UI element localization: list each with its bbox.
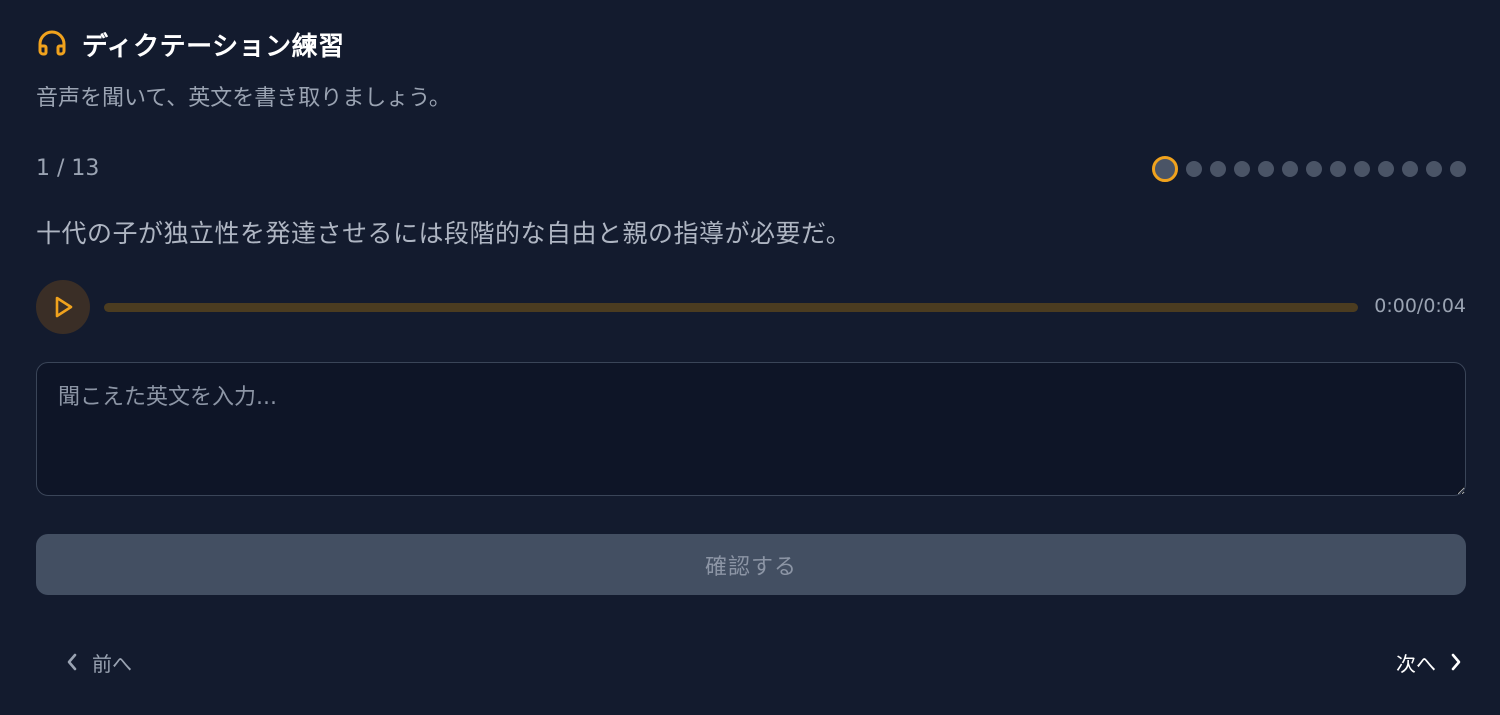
- next-label: 次へ: [1396, 651, 1436, 676]
- dictation-panel: ディクテーション練習 音声を聞いて、英文を書き取りましょう。 1 / 13 十代…: [36, 0, 1466, 715]
- prev-label: 前へ: [92, 651, 132, 676]
- progress-dot[interactable]: [1354, 161, 1370, 177]
- progress-dot-current[interactable]: [1152, 156, 1178, 182]
- progress-dot[interactable]: [1450, 161, 1466, 177]
- progress-dot[interactable]: [1234, 161, 1250, 177]
- navigation: 前へ 次へ: [36, 640, 1466, 684]
- next-button[interactable]: 次へ: [1396, 640, 1466, 684]
- audio-progress-bar[interactable]: [104, 303, 1358, 312]
- progress-dots: [1152, 156, 1466, 182]
- confirm-button[interactable]: 確認する: [36, 534, 1466, 595]
- header: ディクテーション練習: [36, 26, 345, 62]
- chevron-right-icon: [1446, 652, 1466, 672]
- progress-dot[interactable]: [1258, 161, 1274, 177]
- progress-dot[interactable]: [1282, 161, 1298, 177]
- page-title: ディクテーション練習: [82, 31, 345, 62]
- page-subtitle: 音声を聞いて、英文を書き取りましょう。: [36, 86, 451, 111]
- prompt-sentence: 十代の子が独立性を発達させるには段階的な自由と親の指導が必要だ。: [36, 219, 852, 248]
- prev-button[interactable]: 前へ: [62, 640, 132, 684]
- play-button[interactable]: [36, 280, 90, 334]
- answer-input[interactable]: [36, 362, 1466, 496]
- play-icon: [50, 294, 76, 320]
- progress-dot[interactable]: [1402, 161, 1418, 177]
- progress-dot[interactable]: [1306, 161, 1322, 177]
- chevron-left-icon: [62, 652, 82, 672]
- progress-dot[interactable]: [1426, 161, 1442, 177]
- progress-dot[interactable]: [1186, 161, 1202, 177]
- headphones-icon: [36, 28, 68, 60]
- progress-dot[interactable]: [1210, 161, 1226, 177]
- progress-dot[interactable]: [1378, 161, 1394, 177]
- progress-row: 1 / 13: [36, 152, 1466, 186]
- progress-counter: 1 / 13: [36, 156, 100, 181]
- progress-dot[interactable]: [1330, 161, 1346, 177]
- audio-time: 0:00/0:04: [1374, 295, 1466, 317]
- audio-player: 0:00/0:04: [36, 280, 1466, 336]
